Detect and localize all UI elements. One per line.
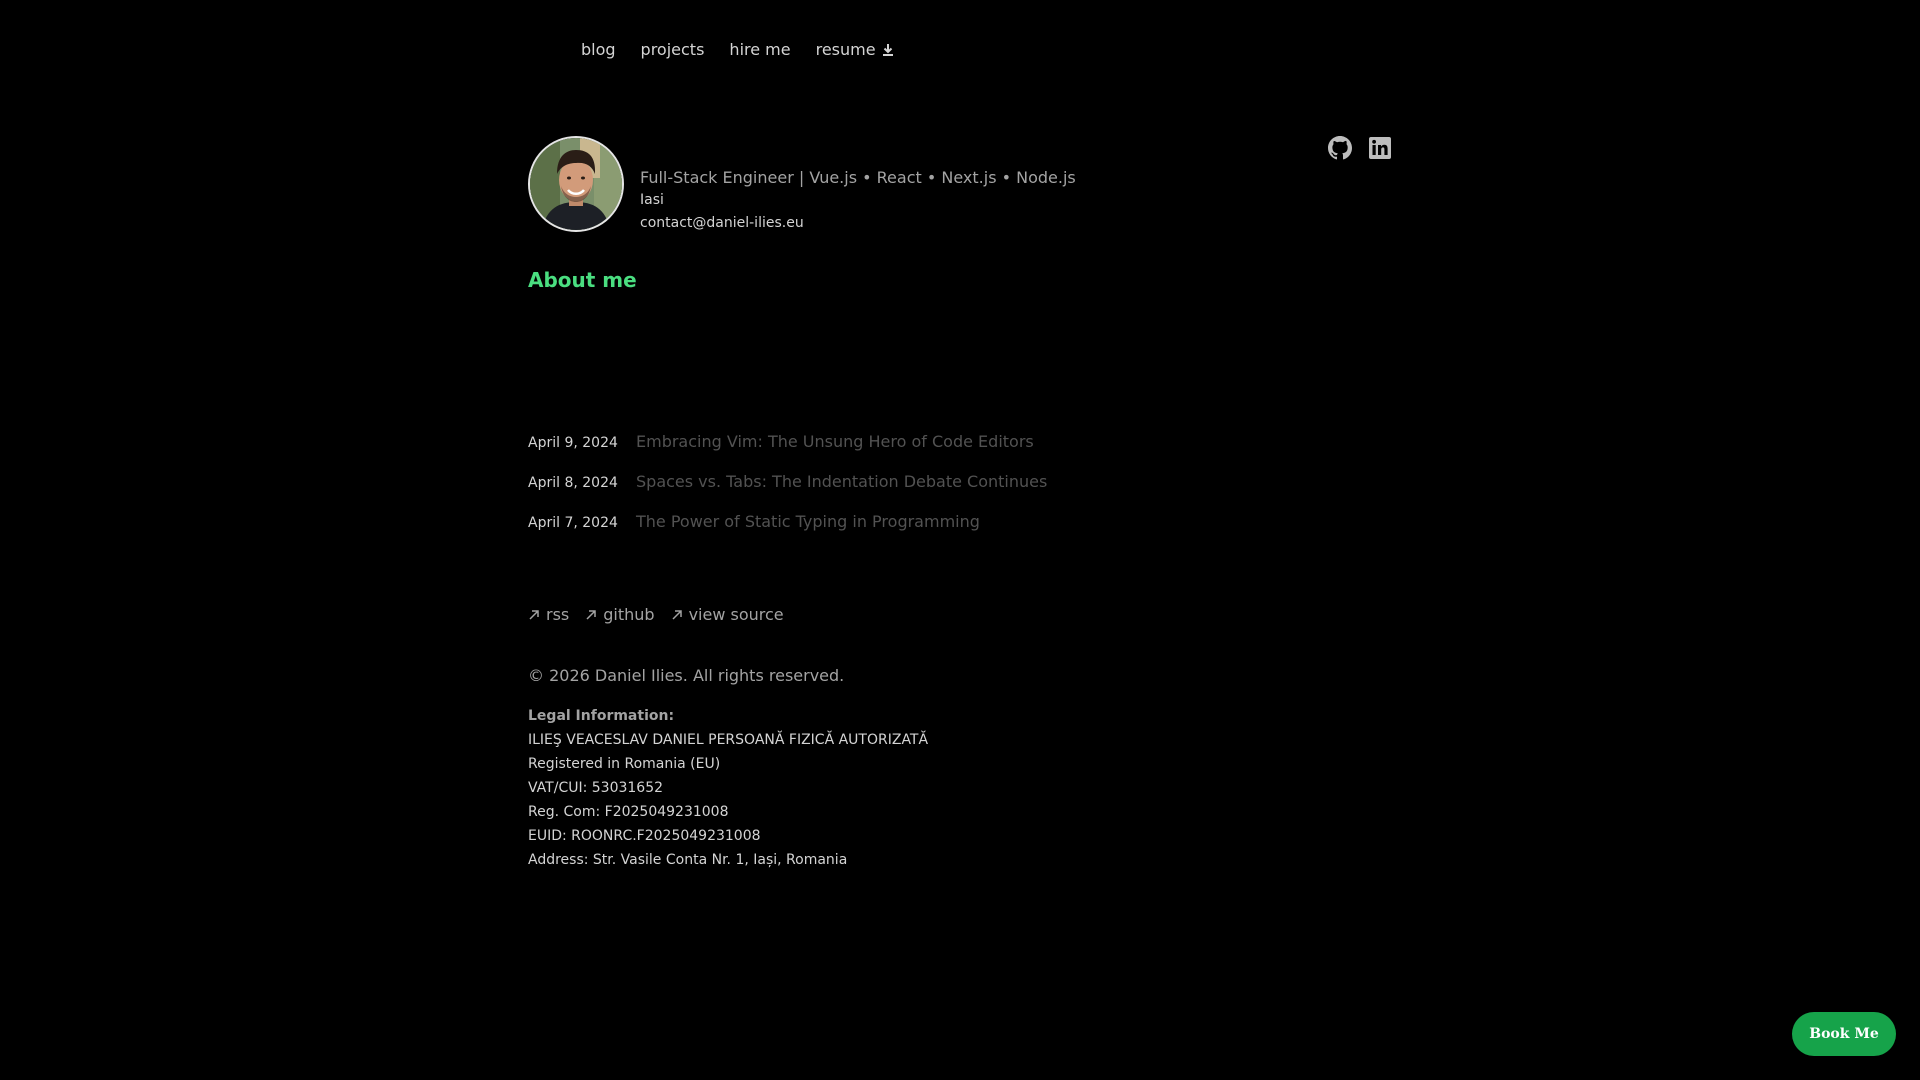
footer-links: rss github view source (528, 605, 784, 624)
download-icon (882, 43, 893, 56)
list-item: April 7, 2024 The Power of Static Typing… (528, 512, 1047, 552)
footer-link-label: github (603, 605, 655, 624)
github-link[interactable] (1328, 136, 1352, 164)
nav-item-projects[interactable]: projects (641, 40, 705, 59)
github-icon (1328, 136, 1352, 160)
legal-info: Legal Information: ILIEŞ VEACESLAV DANIE… (528, 704, 928, 872)
social-links (1328, 136, 1392, 164)
legal-vat: VAT/CUI: 53031652 (528, 780, 664, 796)
legal-name: ILIEŞ VEACESLAV DANIEL PERSOANĂ FIZICĂ A… (528, 732, 929, 748)
profile: Full-Stack Engineer | Vue.js • React • N… (528, 136, 1076, 232)
post-date: April 9, 2024 (528, 435, 618, 451)
footer-link-view-source[interactable]: view source (671, 605, 784, 624)
profile-info: Full-Stack Engineer | Vue.js • React • N… (640, 168, 1076, 232)
linkedin-icon (1369, 137, 1391, 159)
page: blog projects hire me resume Full-Stack … (0, 0, 1920, 1080)
footer-link-rss[interactable]: rss (528, 605, 569, 624)
profile-headline: Full-Stack Engineer | Vue.js • React • N… (640, 168, 1076, 187)
footer-link-github[interactable]: github (585, 605, 655, 624)
avatar-photo (530, 138, 622, 230)
footer-link-label: view source (688, 605, 784, 624)
legal-euid: EUID: ROONRC.F2025049231008 (528, 828, 761, 844)
nav-item-label: resume (815, 40, 876, 59)
copyright: © 2026 Daniel Ilies. All rights reserved… (528, 666, 845, 685)
arrow-up-right-icon (586, 609, 596, 620)
post-title-link[interactable]: Spaces vs. Tabs: The Indentation Debate … (636, 472, 1047, 491)
post-date: April 7, 2024 (528, 515, 618, 531)
top-nav: blog projects hire me resume (581, 40, 894, 59)
post-list: April 9, 2024 Embracing Vim: The Unsung … (528, 432, 1047, 552)
post-title-link[interactable]: Embracing Vim: The Unsung Hero of Code E… (636, 432, 1034, 451)
linkedin-link[interactable] (1368, 136, 1392, 164)
nav-item-label: hire me (729, 40, 791, 59)
nav-item-blog[interactable]: blog (581, 40, 616, 59)
arrow-up-right-icon (672, 609, 682, 620)
avatar (528, 136, 624, 232)
book-me-button[interactable]: Book Me (1792, 1012, 1896, 1056)
post-title-link[interactable]: The Power of Static Typing in Programmin… (636, 512, 980, 531)
arrow-up-right-icon (529, 609, 539, 620)
legal-reg-com: Reg. Com: F2025049231008 (528, 804, 729, 820)
legal-heading: Legal Information: (528, 708, 675, 724)
profile-email[interactable]: contact@daniel-ilies.eu (640, 214, 1076, 232)
nav-item-resume[interactable]: resume (816, 40, 894, 59)
list-item: April 8, 2024 Spaces vs. Tabs: The Inden… (528, 472, 1047, 512)
nav-item-hire-me[interactable]: hire me (729, 40, 790, 59)
list-item: April 9, 2024 Embracing Vim: The Unsung … (528, 432, 1047, 472)
post-date: April 8, 2024 (528, 475, 618, 491)
legal-registered: Registered in Romania (EU) (528, 756, 721, 772)
nav-item-label: projects (640, 40, 705, 59)
about-heading: About me (528, 268, 637, 292)
legal-address: Address: Str. Vasile Conta Nr. 1, Iași, … (528, 852, 848, 868)
profile-location: Iasi (640, 192, 664, 208)
nav-item-label: blog (581, 40, 616, 59)
footer-link-label: rss (546, 605, 570, 624)
